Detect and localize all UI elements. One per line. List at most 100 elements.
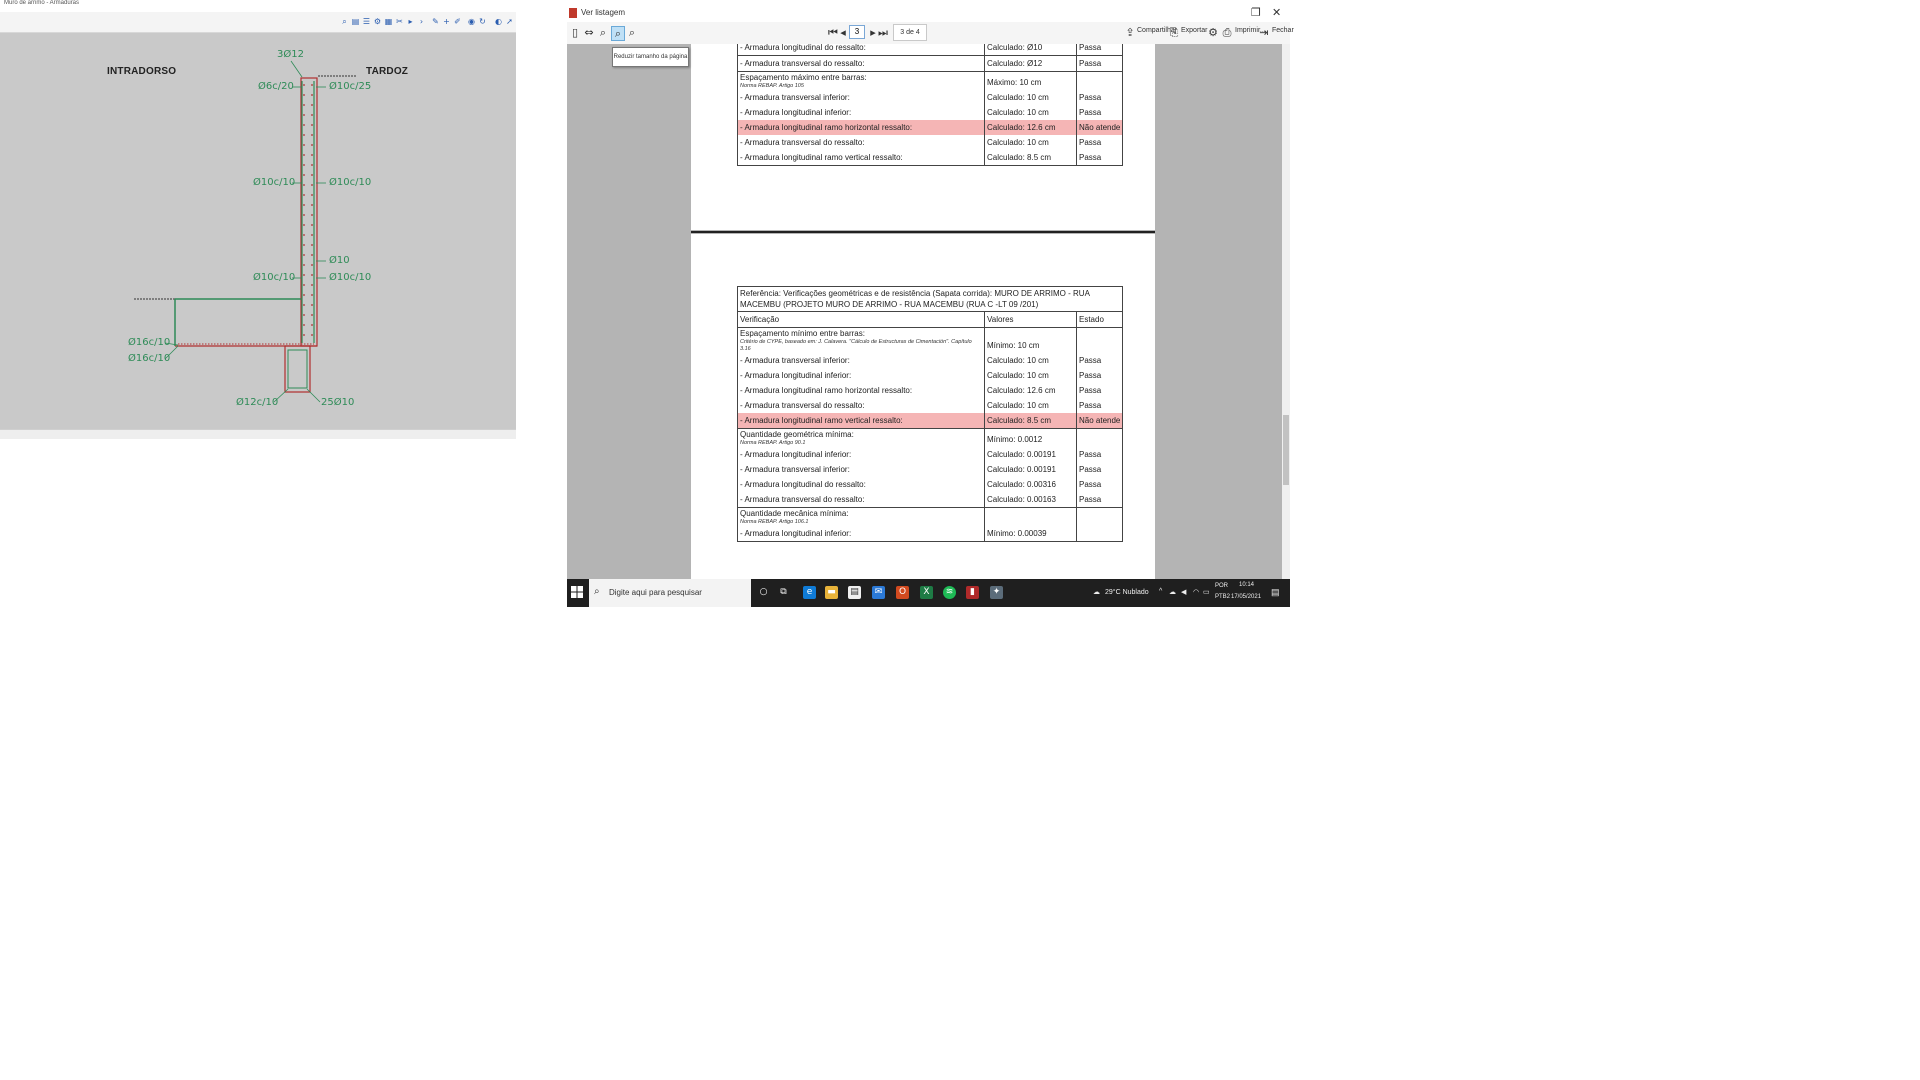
share-icon[interactable]: ➚ (505, 17, 514, 26)
row-value: Calculado: 10 cm (987, 401, 1049, 410)
battery-icon[interactable]: ▭ (1203, 588, 1210, 596)
windows-start-icon[interactable] (571, 586, 583, 598)
row-status: Passa (1079, 153, 1102, 162)
help-icon[interactable]: ◐ (494, 17, 503, 26)
row-value: Calculado: Ø12 (987, 59, 1043, 68)
row-status: Não atende (1079, 123, 1121, 132)
rebar-dot (311, 164, 313, 166)
clock-date[interactable]: 17/05/2021 (1231, 594, 1261, 600)
print-icon[interactable]: ⎙ (1221, 26, 1233, 39)
table-row: - Armadura transversal inferior: Calculad… (737, 353, 1124, 368)
settings-icon[interactable]: ⚙ (1207, 26, 1219, 39)
edge-icon[interactable]: e (803, 586, 816, 599)
language-bottom[interactable]: PTB2 (1215, 594, 1230, 600)
header-state: Estado (1079, 315, 1104, 324)
play-icon[interactable]: ▸ (406, 17, 415, 26)
taskbar-search[interactable]: ⌕ Digite aqui para pesquisar (589, 579, 751, 607)
language-top[interactable]: POR (1215, 583, 1228, 589)
rebar-label-stem-low-left: Ø10c/10 (253, 272, 296, 283)
layers-icon[interactable]: ▤ (351, 17, 360, 26)
exit-icon[interactable]: ⇥ (1258, 26, 1270, 39)
export-button[interactable]: Exportar (1181, 27, 1207, 34)
table-row: - Armadura transversal do ressalto: Calcu… (737, 492, 1124, 508)
scrollbar-thumb[interactable] (1283, 415, 1289, 485)
rebar-dot (303, 154, 305, 156)
document-area[interactable]: - Armadura longitudinal do ressalto: Cal… (567, 44, 1282, 579)
zoom-out-icon[interactable]: ⌕ (611, 26, 625, 41)
spotify-icon[interactable]: ≋ (943, 586, 956, 599)
table-icon[interactable]: ▦ (384, 17, 393, 26)
cad-drawing-canvas[interactable]: INTRADORSO TARDOZ 3Ø12 Ø6c/20 Ø10c/25 Ø1… (0, 33, 516, 429)
table-row: - Armadura longitudinal ramo vertical re… (737, 150, 1124, 166)
page-number-input[interactable]: 3 (849, 25, 865, 39)
add-icon[interactable]: + (442, 17, 451, 26)
settings-icon[interactable]: ⚙ (373, 17, 382, 26)
table-row: - Armadura transversal do ressalto: Calc… (737, 55, 1124, 72)
weather-icon[interactable]: ☁ (1093, 588, 1100, 596)
store-icon[interactable]: ▤ (848, 586, 861, 599)
table-row: - Armadura longitudinal do ressalto: Calc… (737, 477, 1124, 492)
weather-text[interactable]: 29°C Nublado (1105, 589, 1149, 596)
rebar-label-key-right: 25Ø10 (321, 397, 355, 408)
globe-icon[interactable]: ◉ (467, 17, 476, 26)
cype-icon[interactable]: ▮ (966, 586, 979, 599)
app-icon[interactable]: ✦ (990, 586, 1003, 599)
task-view-icon[interactable]: ⧉ (777, 586, 790, 599)
edit-icon[interactable]: ✐ (453, 17, 462, 26)
prev-page-icon[interactable]: ◂ (837, 26, 849, 39)
group-title: Quantidade mecânica mínima: (740, 509, 849, 518)
export-icon[interactable]: ⎘ (1168, 26, 1180, 39)
close-button[interactable]: Fechar (1272, 27, 1294, 34)
cut-icon[interactable]: ✂ (395, 17, 404, 26)
rebar-dot (303, 194, 305, 196)
share-icon[interactable]: ⇪ (1124, 26, 1136, 39)
rebar-dot (303, 124, 305, 126)
fit-page-icon[interactable]: ▯ (569, 26, 581, 39)
restore-icon[interactable]: ❐ (1251, 6, 1261, 19)
pencil-icon[interactable]: ✎ (431, 17, 440, 26)
tray-chevron-icon[interactable]: ^ (1159, 588, 1162, 595)
group-title: Espaçamento máximo entre barras: (740, 73, 867, 82)
volume-icon[interactable]: ◀ (1181, 588, 1186, 596)
vertical-scrollbar[interactable] (1282, 44, 1290, 579)
rebar-label-stem-top-right: Ø10c/25 (329, 81, 372, 92)
rebar-dot (311, 204, 313, 206)
cortana-icon[interactable]: ○ (757, 586, 770, 599)
row-label: - Armadura longitudinal ramo horizontal … (740, 386, 913, 395)
close-icon[interactable]: ✕ (1272, 6, 1281, 19)
row-label: - Armadura longitudinal do ressalto: (740, 44, 866, 52)
clock-time[interactable]: 10:14 (1239, 582, 1254, 588)
row-status: Passa (1079, 138, 1102, 147)
windows-taskbar: ⌕ Digite aqui para pesquisar ○ ⧉ e ▬ ▤ ✉… (567, 579, 1290, 607)
wifi-icon[interactable]: ◠ (1193, 588, 1199, 596)
notifications-icon[interactable]: ▤ (1271, 587, 1280, 598)
group-norm: Norma REBAP. Artigo 90.1 (740, 440, 806, 446)
mail-icon[interactable]: ✉ (872, 586, 885, 599)
row-value: Calculado: 10 cm (987, 93, 1049, 102)
rebar-dot (303, 274, 305, 276)
next-icon[interactable]: › (417, 17, 426, 26)
office-icon[interactable]: O (896, 586, 909, 599)
network-icon[interactable]: ☁ (1169, 588, 1176, 596)
file-explorer-icon[interactable]: ▬ (825, 586, 838, 599)
header-row: Verificação Valores Estado (737, 311, 1124, 328)
row-label: - Armadura longitudinal ramo horizontal … (740, 123, 913, 132)
rebar-dot (303, 334, 305, 336)
last-page-icon[interactable]: ⏭ (877, 26, 889, 39)
zoom-icon[interactable]: ⌕ (626, 26, 638, 39)
zoom-icon[interactable]: ⌕ (340, 17, 349, 26)
rebar-dot (311, 314, 313, 316)
tree-icon[interactable]: ☰ (362, 17, 371, 26)
table-row: - Armadura longitudinal ramo horizontal … (737, 120, 1124, 135)
rebar-dot (303, 234, 305, 236)
excel-icon[interactable]: X (920, 586, 933, 599)
group-norm: Norma REBAP. Artigo 106.1 (740, 519, 809, 525)
zoom-in-icon[interactable]: ⌕ (597, 26, 609, 39)
group-value: Máximo: 10 cm (987, 78, 1042, 87)
row-label: - Armadura transversal inferior: (740, 465, 850, 474)
rebar-dot (311, 194, 313, 196)
rebar-dot (311, 154, 313, 156)
row-value: Calculado: 12.6 cm (987, 386, 1056, 395)
refresh-icon[interactable]: ↻ (478, 17, 487, 26)
fit-width-icon[interactable]: ⇔ (583, 26, 595, 39)
